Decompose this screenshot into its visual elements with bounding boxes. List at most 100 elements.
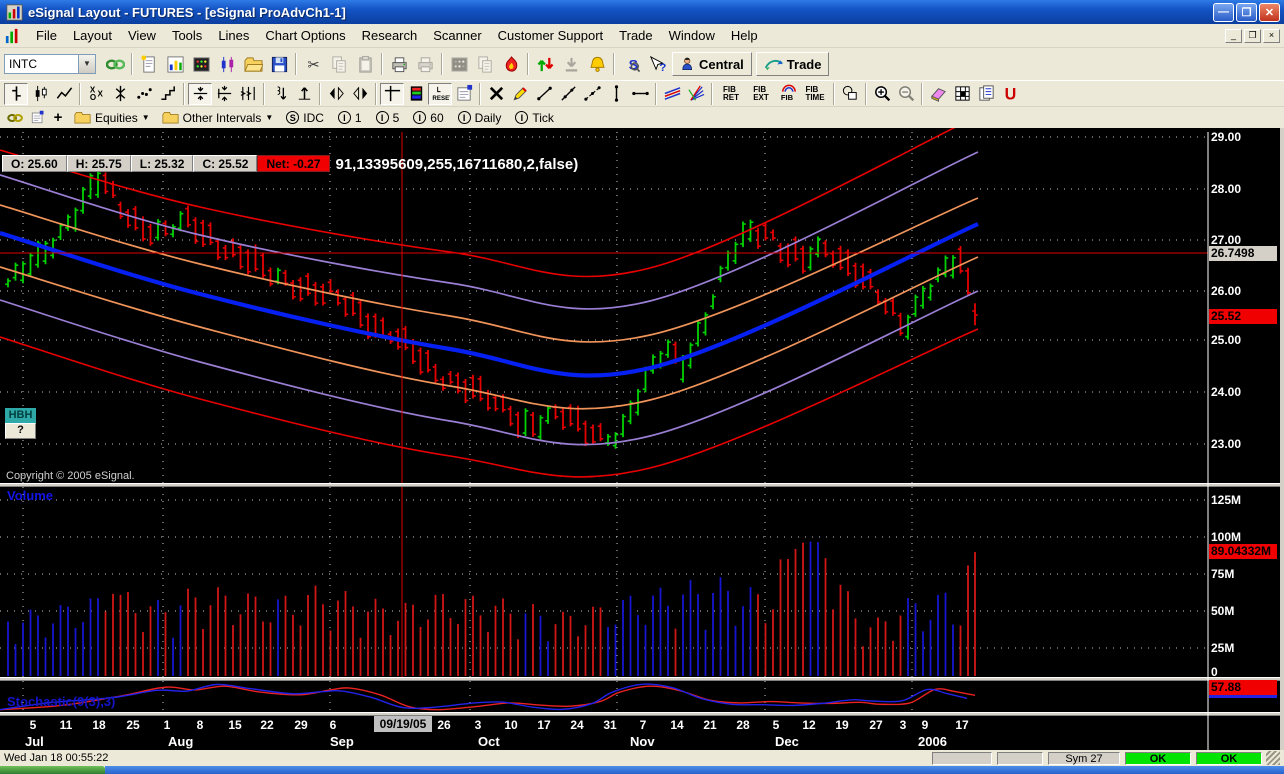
fib-retracement-icon[interactable]: FIBRET: [716, 83, 746, 105]
save-icon[interactable]: [266, 51, 292, 77]
parallel-lines-icon[interactable]: [660, 83, 684, 105]
interval-button-1[interactable]: I1: [331, 111, 369, 125]
status-datetime: Wed Jan 18 00:55:22: [4, 752, 927, 764]
taskbar-start-sliver[interactable]: [0, 766, 105, 774]
delete-tool-icon[interactable]: [484, 83, 508, 105]
equities-folder[interactable]: Equities ▼: [68, 111, 156, 125]
menu-item-trade[interactable]: Trade: [611, 25, 660, 46]
hot-list-icon[interactable]: [498, 51, 524, 77]
svg-text:O: O: [89, 93, 95, 102]
taskbar-strip: [105, 766, 1284, 774]
chart-area[interactable]: O: 25.60 H: 25.75 L: 25.32 C: 25.52 Net:…: [0, 128, 1284, 750]
reset-icon[interactable]: RESET: [428, 83, 452, 105]
price-volume-stochastic-chart[interactable]: [0, 128, 1284, 750]
pencil-tool-icon[interactable]: [508, 83, 532, 105]
edit-studies-icon[interactable]: [452, 83, 476, 105]
shapes-icon[interactable]: [838, 83, 862, 105]
date-tick-label: 29: [294, 718, 307, 732]
window-title: eSignal Layout - FUTURES - [eSignal ProA…: [28, 5, 1213, 20]
interval-button-daily[interactable]: IDaily: [451, 111, 509, 125]
add-symbol-icon[interactable]: +: [48, 108, 68, 128]
profile-style-icon[interactable]: [108, 83, 132, 105]
high-value: H: 25.75: [67, 155, 131, 172]
eraser-icon[interactable]: [926, 83, 950, 105]
link-chain-icon[interactable]: [102, 51, 128, 77]
vertical-line-icon[interactable]: [604, 83, 628, 105]
link-group-icon[interactable]: [4, 108, 26, 128]
step-style-icon[interactable]: [156, 83, 180, 105]
restore-button[interactable]: ❐: [1236, 3, 1257, 22]
interval-button-5[interactable]: I5: [369, 111, 407, 125]
date-tick-label: 22: [260, 718, 273, 732]
menu-item-chart-options[interactable]: Chart Options: [257, 25, 353, 46]
date-tick-label: 5: [30, 718, 37, 732]
page-properties-icon[interactable]: [26, 108, 48, 128]
dot-style-icon[interactable]: [132, 83, 156, 105]
open-folder-icon[interactable]: [240, 51, 266, 77]
cut-icon[interactable]: ✂: [300, 51, 326, 77]
app-logo-icon: [6, 4, 23, 21]
hbh-help-button[interactable]: ?: [5, 423, 36, 439]
menu-item-view[interactable]: View: [120, 25, 164, 46]
menu-item-scanner[interactable]: Scanner: [425, 25, 489, 46]
pitchfork-icon[interactable]: [684, 83, 708, 105]
mdi-restore-button[interactable]: ❐: [1244, 29, 1261, 43]
up-down-arrows-icon[interactable]: [532, 51, 558, 77]
trade-button[interactable]: Trade: [756, 52, 830, 76]
fib-time-icon[interactable]: FIBTIME: [800, 83, 830, 105]
close-button[interactable]: ✕: [1259, 3, 1280, 22]
hbh-marker[interactable]: HBH: [5, 408, 36, 423]
menu-item-customer-support[interactable]: Customer Support: [490, 25, 612, 46]
interval-button-idc[interactable]: SIDC: [279, 111, 331, 125]
magnet-icon[interactable]: U: [998, 83, 1022, 105]
menu-item-tools[interactable]: Tools: [164, 25, 210, 46]
chevron-down-icon[interactable]: ▼: [78, 55, 95, 73]
quote-board-icon[interactable]: [188, 51, 214, 77]
menu-item-window[interactable]: Window: [661, 25, 723, 46]
menu-item-lines[interactable]: Lines: [210, 25, 257, 46]
pages-icon[interactable]: [974, 83, 998, 105]
chart-bars-icon[interactable]: [162, 51, 188, 77]
trendline-icon[interactable]: [532, 83, 556, 105]
compress-icon[interactable]: [188, 83, 212, 105]
context-help-icon[interactable]: ?: [644, 51, 670, 77]
new-page-icon[interactable]: [136, 51, 162, 77]
interval-button-tick[interactable]: ITick: [508, 111, 561, 125]
point-figure-icon[interactable]: XOX: [84, 83, 108, 105]
menu-item-research[interactable]: Research: [354, 25, 426, 46]
print-icon[interactable]: [386, 51, 412, 77]
extended-line-icon[interactable]: [580, 83, 604, 105]
candle-window-icon[interactable]: [214, 51, 240, 77]
color-bars-icon[interactable]: [404, 83, 428, 105]
mdi-close-button[interactable]: ×: [1263, 29, 1280, 43]
ray-line-icon[interactable]: [556, 83, 580, 105]
alert-bell-icon[interactable]: [584, 51, 610, 77]
other-intervals-folder[interactable]: Other Intervals ▼: [156, 111, 280, 125]
horizontal-line-icon[interactable]: [628, 83, 652, 105]
resize-grip[interactable]: [1266, 751, 1280, 765]
candle-style-icon[interactable]: [28, 83, 52, 105]
line-style-icon[interactable]: [52, 83, 76, 105]
bar-style-icon[interactable]: [4, 83, 28, 105]
symbol-search-icon[interactable]: S: [618, 51, 644, 77]
interval-button-60[interactable]: I60: [406, 111, 450, 125]
fib-circle-icon[interactable]: FIB: [776, 83, 800, 105]
shift-down-icon[interactable]: [292, 83, 316, 105]
date-tick-label: 9: [922, 718, 929, 732]
crosshair-icon[interactable]: [380, 83, 404, 105]
page-right-icon[interactable]: [348, 83, 372, 105]
central-button[interactable]: Central: [672, 52, 752, 76]
grid-icon[interactable]: [950, 83, 974, 105]
mdi-minimize-button[interactable]: _: [1225, 29, 1242, 43]
expand-icon[interactable]: [212, 83, 236, 105]
menu-item-help[interactable]: Help: [723, 25, 766, 46]
fib-extension-icon[interactable]: FIBEXT: [746, 83, 776, 105]
page-left-icon[interactable]: [324, 83, 348, 105]
minimize-button[interactable]: —: [1213, 3, 1234, 22]
shift-up-icon[interactable]: [268, 83, 292, 105]
menu-item-file[interactable]: File: [28, 25, 65, 46]
menu-item-layout[interactable]: Layout: [65, 25, 120, 46]
symbol-input[interactable]: INTC ▼: [4, 54, 96, 74]
auto-scale-icon[interactable]: [236, 83, 260, 105]
zoom-in-icon[interactable]: [870, 83, 894, 105]
